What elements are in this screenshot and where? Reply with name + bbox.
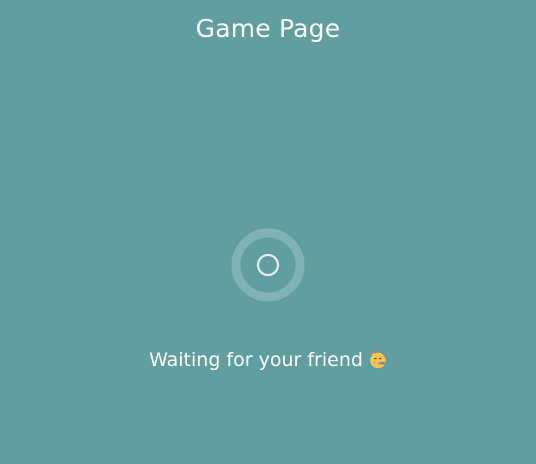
spinner-outer-ring (231, 228, 305, 302)
page-title: Game Page (195, 14, 341, 43)
waiting-message: Waiting for your friend (149, 349, 363, 371)
loading-spinner-graphic (231, 228, 305, 302)
spinner-inner-ring (256, 253, 280, 277)
partying-face-emoji-icon (367, 349, 387, 369)
game-page: Game Page Waiting for your friend (0, 0, 536, 464)
waiting-status: Waiting for your friend (0, 349, 536, 371)
loading-spinner-icon (231, 228, 305, 302)
